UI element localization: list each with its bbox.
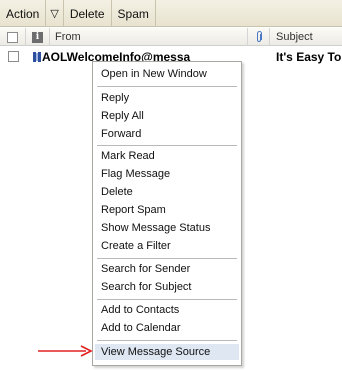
message-subject: It's Easy To <box>276 50 342 64</box>
menu-item-add-to-calendar[interactable]: Add to Calendar <box>95 320 239 336</box>
menu-item-create-a-filter[interactable]: Create a Filter <box>95 238 239 254</box>
action-button[interactable]: Action <box>0 0 47 27</box>
subject-column-label: Subject <box>276 31 313 43</box>
menu-item-open-in-new-window[interactable]: Open in New Window <box>95 66 239 82</box>
column-header: i From Subject <box>0 28 342 46</box>
subject-column-header[interactable]: Subject <box>270 28 342 46</box>
menu-separator <box>97 258 237 259</box>
menu-separator <box>97 86 237 87</box>
toolbar: Action ▽ Delete Spam <box>0 0 342 27</box>
menu-item-mark-read[interactable]: Mark Read <box>95 148 239 164</box>
menu-item-reply-all[interactable]: Reply All <box>95 108 239 124</box>
message-icon <box>33 52 41 62</box>
menu-item-add-to-contacts[interactable]: Add to Contacts <box>95 302 239 318</box>
action-dropdown-button[interactable]: ▽ <box>46 0 64 27</box>
spam-button-label: Spam <box>117 6 149 21</box>
delete-button-label: Delete <box>69 6 105 21</box>
paperclip-icon <box>256 31 262 42</box>
red-arrow-icon <box>38 345 93 357</box>
chevron-down-icon: ▽ <box>50 8 59 20</box>
select-all-checkbox[interactable] <box>7 31 18 43</box>
from-column-header[interactable]: From <box>50 28 248 46</box>
menu-item-flag-message[interactable]: Flag Message <box>95 166 239 182</box>
menu-item-search-for-sender[interactable]: Search for Sender <box>95 261 239 277</box>
select-all-cell <box>0 28 26 46</box>
delete-button[interactable]: Delete <box>64 0 112 27</box>
info-icon: i <box>32 31 43 43</box>
menu-item-reply[interactable]: Reply <box>95 90 239 106</box>
context-menu: Open in New Window Reply Reply All Forwa… <box>92 61 242 366</box>
action-button-label: Action <box>6 6 40 21</box>
menu-item-forward[interactable]: Forward <box>95 126 239 142</box>
info-column-header[interactable]: i <box>26 28 50 46</box>
menu-item-delete[interactable]: Delete <box>95 184 239 200</box>
menu-separator <box>97 340 237 341</box>
menu-item-show-message-status[interactable]: Show Message Status <box>95 220 239 236</box>
message-checkbox[interactable] <box>8 51 19 62</box>
menu-separator <box>97 299 237 300</box>
menu-item-report-spam[interactable]: Report Spam <box>95 202 239 218</box>
spam-button[interactable]: Spam <box>112 0 156 27</box>
attachment-column-header[interactable] <box>248 28 270 46</box>
menu-item-search-for-subject[interactable]: Search for Subject <box>95 279 239 295</box>
menu-item-view-message-source[interactable]: View Message Source <box>95 344 239 360</box>
menu-separator <box>97 145 237 146</box>
from-column-label: From <box>55 31 81 43</box>
